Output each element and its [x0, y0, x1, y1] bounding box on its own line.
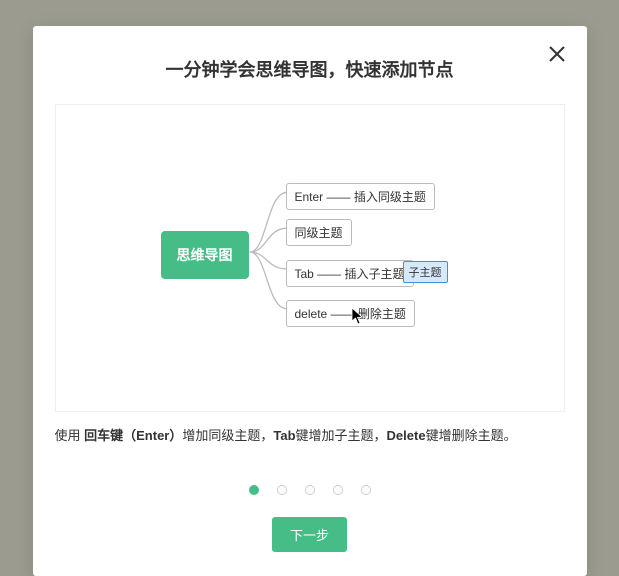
child-node: 同级主题 — [286, 219, 352, 246]
close-icon[interactable] — [545, 42, 569, 66]
caption-key: Tab — [273, 428, 295, 443]
caption-text: 增加同级主题， — [182, 428, 273, 443]
child-node: Tab —— 插入子主题 — [286, 260, 414, 287]
sub-node: 子主题 — [403, 261, 448, 283]
dot-3[interactable] — [305, 485, 315, 495]
caption-text: 键增删除主题。 — [426, 428, 517, 443]
dot-4[interactable] — [333, 485, 343, 495]
dot-1[interactable] — [249, 485, 259, 495]
caption-text: 键增加子主题， — [296, 428, 387, 443]
dot-2[interactable] — [277, 485, 287, 495]
next-button[interactable]: 下一步 — [272, 517, 347, 552]
cursor-icon — [351, 307, 365, 325]
caption-key: Delete — [387, 428, 426, 443]
caption-key: 回车键（Enter） — [84, 428, 182, 443]
root-node: 思维导图 — [161, 231, 249, 279]
guide-dialog: 一分钟学会思维导图，快速添加节点 思维导图 Enter —— 插入同级主题 同级… — [33, 26, 587, 576]
caption-text: 使用 — [55, 428, 85, 443]
child-node: Enter —— 插入同级主题 — [286, 183, 435, 210]
dialog-title: 一分钟学会思维导图，快速添加节点 — [55, 56, 565, 82]
pagination-dots — [55, 485, 565, 495]
caption: 使用 回车键（Enter）增加同级主题，Tab键增加子主题，Delete键增删除… — [55, 426, 565, 447]
dot-5[interactable] — [361, 485, 371, 495]
illustration-canvas: 思维导图 Enter —— 插入同级主题 同级主题 Tab —— 插入子主题 d… — [55, 104, 565, 412]
